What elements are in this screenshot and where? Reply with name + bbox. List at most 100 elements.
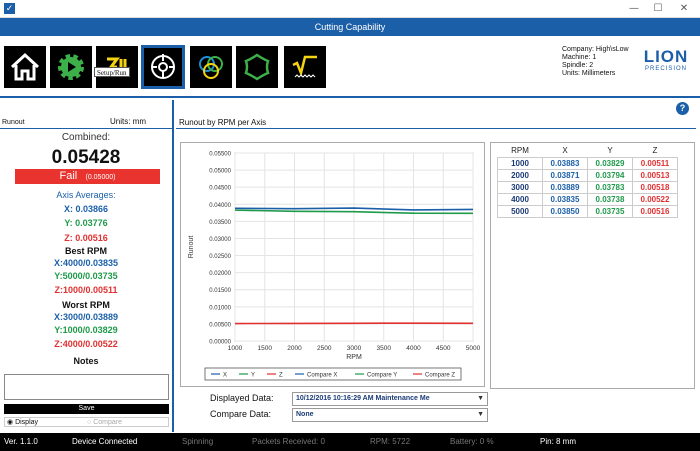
notes-textarea[interactable] bbox=[4, 374, 169, 400]
summary-title: Runout bbox=[2, 119, 25, 126]
x-tick-label: 5000 bbox=[466, 345, 481, 352]
compare-radio[interactable]: ○ Compare bbox=[87, 418, 122, 427]
version-text: Ver. 1.1.0 bbox=[4, 437, 38, 446]
legend-entry: Compare X bbox=[307, 373, 337, 379]
app-check-icon: ✓ bbox=[4, 3, 15, 14]
spindle-line: Spindle: 2 bbox=[562, 62, 594, 69]
connection-status: Device Connected bbox=[72, 437, 138, 446]
notes-label: Notes bbox=[73, 356, 99, 366]
table-row: 1000 0.03883 0.03829 0.00511 bbox=[497, 156, 678, 170]
settings-button[interactable] bbox=[50, 46, 92, 88]
chevron-down-icon: ▼ bbox=[477, 395, 484, 402]
y-tick-label: 0.01500 bbox=[209, 288, 231, 294]
table-row: 5000 0.03850 0.03735 0.00516 bbox=[497, 204, 678, 218]
col-header-z: Z bbox=[652, 146, 658, 156]
x-cell: 0.03850 bbox=[542, 204, 588, 218]
save-button[interactable]: Save bbox=[4, 404, 169, 414]
runout-line-chart: 0.000000.005000.010000.015000.020000.025… bbox=[188, 152, 481, 381]
status-bar: Ver. 1.1.0 Device Connected Spinning Pac… bbox=[0, 433, 700, 451]
machine-info: Company: High\sLow Machine: 1 Spindle: 2… bbox=[562, 46, 629, 78]
y-tick-label: 0.00500 bbox=[209, 322, 231, 328]
chevron-down-icon: ▼ bbox=[477, 411, 484, 418]
machine-line: Machine: 1 bbox=[562, 54, 597, 61]
close-button[interactable]: ✕ bbox=[676, 2, 692, 16]
axes-button[interactable] bbox=[190, 46, 232, 88]
y-tick-label: 0.05000 bbox=[209, 169, 231, 175]
y-tick-label: 0.04000 bbox=[209, 203, 231, 209]
compare-data-select[interactable]: None ▼ bbox=[292, 408, 488, 422]
compare-data-label: Compare Data: bbox=[210, 409, 272, 419]
x-cell: 0.03835 bbox=[542, 192, 588, 206]
runout-table: RPM X Y Z 1000 0.03883 0.03829 0.00511 2… bbox=[497, 145, 678, 218]
y-cell: 0.03829 bbox=[587, 156, 633, 170]
z-cell: 0.00513 bbox=[632, 168, 678, 182]
home-button[interactable] bbox=[4, 46, 46, 88]
table-row: 4000 0.03835 0.03738 0.00522 bbox=[497, 192, 678, 206]
legend-entry: Z bbox=[279, 373, 283, 379]
x-cell: 0.03889 bbox=[542, 180, 588, 194]
minimize-button[interactable]: — bbox=[626, 2, 642, 16]
best-y: Y:5000/0.03735 bbox=[54, 271, 118, 281]
y-axis-label: Runout bbox=[188, 236, 195, 259]
x-tick-label: 1500 bbox=[258, 345, 273, 352]
avg-y: Y: 0.03776 bbox=[64, 218, 108, 228]
flower-icon bbox=[244, 53, 270, 81]
y-tick-label: 0.02000 bbox=[209, 271, 231, 277]
setup-run-tooltip: Setup/Run bbox=[94, 67, 130, 77]
x-cell: 0.03883 bbox=[542, 156, 588, 170]
rpm-cell: 4000 bbox=[497, 192, 543, 206]
runout-chart-panel: Runout by RPM per Axis ? 0.00000 0.00500 0… bbox=[176, 100, 700, 432]
rpm-cell: 3000 bbox=[497, 180, 543, 194]
y-cell: 0.03735 bbox=[587, 204, 633, 218]
rpm-cell: 2000 bbox=[497, 168, 543, 182]
y-tick-label: 0.05500 bbox=[209, 152, 231, 158]
view-mode-radio-group: ◉ Display ○ Compare bbox=[4, 417, 169, 427]
units-line: Units: Millimeters bbox=[562, 70, 616, 77]
x-tick-label: 1000 bbox=[228, 345, 243, 352]
axis-averages-label: Axis Averages: bbox=[56, 190, 116, 200]
col-header-y: Y bbox=[607, 146, 613, 156]
y-tick-label: 0.04500 bbox=[209, 186, 231, 192]
rings-icon bbox=[199, 56, 223, 79]
best-rpm-label: Best RPM bbox=[64, 246, 107, 256]
worst-rpm-label: Worst RPM bbox=[62, 300, 110, 310]
x-tick-label: 3000 bbox=[347, 345, 362, 352]
z-cell: 0.00522 bbox=[632, 192, 678, 206]
y-tick-label: 0.01000 bbox=[209, 305, 231, 311]
z-cell: 0.00511 bbox=[632, 156, 678, 170]
fail-badge: Fail (0.05000) bbox=[15, 169, 160, 184]
rpm-cell: 1000 bbox=[497, 156, 543, 170]
runout-table-box: RPM X Y Z 1000 0.03883 0.03829 0.00511 2… bbox=[490, 142, 695, 389]
maximize-button[interactable]: ☐ bbox=[650, 2, 666, 16]
legend-entry: Compare Z bbox=[425, 373, 455, 379]
x-tick-label: 2500 bbox=[317, 345, 332, 352]
help-button[interactable]: ? bbox=[676, 102, 689, 115]
window-titlebar: ✓ — ☐ ✕ bbox=[0, 0, 700, 18]
lion-precision-logo: LION PRECISION bbox=[643, 47, 689, 73]
displayed-data-select[interactable]: 10/12/2016 10:16:29 AM Maintenance Me ▼ bbox=[292, 392, 488, 406]
y-tick-label: 0.03500 bbox=[209, 220, 231, 226]
frequency-button[interactable] bbox=[284, 46, 326, 88]
x-tick-label: 4500 bbox=[436, 345, 451, 352]
units-label: Units: mm bbox=[110, 117, 146, 126]
best-z: Z:1000/0.00511 bbox=[54, 285, 118, 295]
runout-chart: 0.00000 0.00500 0.01000 0.01500 0.02000 0.025… bbox=[180, 142, 485, 387]
summary-header: Runout Units: mm bbox=[0, 115, 172, 129]
runout-button[interactable] bbox=[141, 45, 185, 89]
gear-icon bbox=[58, 54, 84, 80]
worst-x: X:3000/0.03889 bbox=[53, 312, 119, 322]
display-radio[interactable]: ◉ Display bbox=[7, 418, 38, 427]
chart-panel-header: Runout by RPM per Axis ? bbox=[176, 102, 696, 129]
avg-x: X: 0.03866 bbox=[63, 204, 109, 214]
x-tick-label: 2000 bbox=[287, 345, 302, 352]
table-row: 2000 0.03871 0.03794 0.00513 bbox=[497, 168, 678, 182]
y-tick-label: 0.02500 bbox=[209, 254, 231, 260]
col-header-rpm: RPM bbox=[511, 146, 529, 156]
spinning-status: Spinning bbox=[182, 437, 214, 446]
avg-z: Z: 0.00516 bbox=[64, 233, 108, 243]
lobing-button[interactable] bbox=[236, 46, 278, 88]
sqrt-wave-icon bbox=[292, 55, 317, 78]
best-x: X:4000/0.03835 bbox=[53, 258, 119, 268]
table-row: 3000 0.03889 0.03783 0.00518 bbox=[497, 180, 678, 194]
combined-value: 0.05428 bbox=[51, 147, 121, 168]
